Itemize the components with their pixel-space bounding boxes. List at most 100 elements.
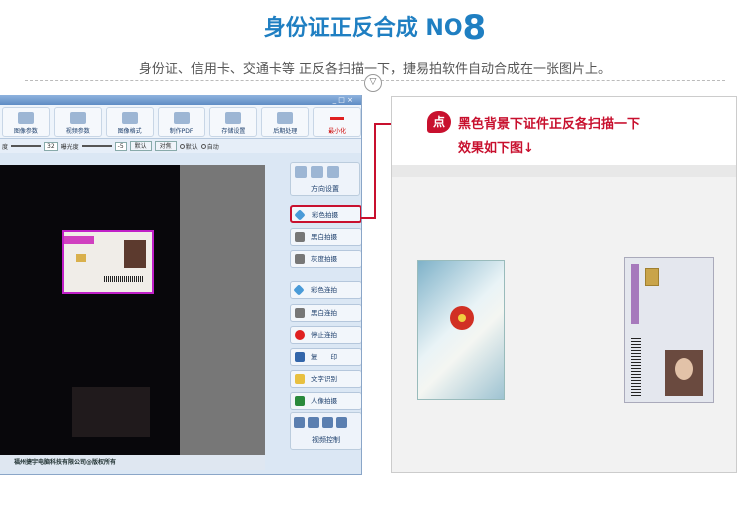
color-continuous-icon bbox=[293, 284, 305, 296]
pdf-icon bbox=[173, 112, 190, 124]
page-title: 身份证正反合成 NO8 bbox=[0, 8, 750, 48]
note-line-1: 黑色背景下证件正反各扫描一下 bbox=[458, 117, 641, 132]
portrait-shot-button[interactable]: 人像拍摄 bbox=[290, 392, 361, 410]
window-controls[interactable]: _ □ × bbox=[333, 95, 353, 105]
panel-divider-band bbox=[392, 165, 736, 177]
minimize-icon bbox=[330, 117, 345, 120]
toolbar-label: 后期处理 bbox=[273, 128, 298, 135]
color-diamond-icon bbox=[294, 209, 306, 221]
video-control-group: 视频控制 bbox=[290, 412, 361, 450]
button-label: 灰度拍摄 bbox=[311, 255, 337, 263]
toolbar-label: 制作PDF bbox=[169, 128, 194, 135]
toolbar-label: 视频参数 bbox=[65, 128, 90, 135]
bw-shot-button[interactable]: 黑白拍摄 bbox=[290, 228, 361, 246]
video-camera-icon[interactable] bbox=[294, 417, 305, 428]
copyright-bar: 福州捷宇电脑科技有限公司@版权所有 bbox=[0, 455, 265, 470]
merged-scan-result bbox=[392, 177, 736, 472]
video-control-label: 视频控制 bbox=[312, 436, 340, 444]
point-badge: 点 bbox=[427, 111, 451, 133]
focus-button[interactable]: 对焦 bbox=[154, 141, 177, 151]
national-emblem-icon bbox=[450, 306, 474, 330]
text-recognition-icon bbox=[295, 374, 305, 384]
window-titlebar: _ □ × bbox=[0, 95, 361, 105]
page-title-number: 8 bbox=[462, 8, 487, 48]
toolbar-storage-settings-button[interactable]: 存储设置 bbox=[209, 107, 258, 137]
exposure-slider[interactable] bbox=[81, 145, 112, 147]
toolbar-label: 图像格式 bbox=[117, 128, 142, 135]
chevron-down-icon: ▽ bbox=[364, 74, 382, 92]
button-label: 黑白连拍 bbox=[311, 309, 337, 317]
rotate-right-icon[interactable] bbox=[311, 166, 323, 178]
toolbar-label: 存储设置 bbox=[221, 128, 246, 135]
orientation-label: 方向设置 bbox=[311, 185, 339, 193]
button-label: 彩色连拍 bbox=[311, 286, 337, 294]
id-card-back-image bbox=[417, 260, 505, 400]
card-portrait bbox=[665, 350, 703, 396]
default-button[interactable]: 默认 bbox=[129, 141, 152, 151]
stop-icon bbox=[295, 330, 305, 340]
button-label: 彩色拍摄 bbox=[312, 211, 338, 219]
copy-icon bbox=[295, 352, 305, 362]
zoom-in-icon[interactable] bbox=[308, 417, 319, 428]
radio-default[interactable]: 默认 bbox=[179, 142, 198, 151]
card-barcode bbox=[104, 276, 144, 282]
bw-diamond-icon bbox=[295, 232, 305, 242]
storage-icon bbox=[225, 112, 242, 124]
exposure-label: 曝光度 bbox=[60, 143, 79, 151]
card-photo bbox=[124, 240, 146, 268]
toolbar-make-pdf-button[interactable]: 制作PDF bbox=[157, 107, 206, 137]
degree-label: 度 bbox=[2, 143, 9, 151]
callout-connector-vertical bbox=[374, 124, 376, 219]
toolbar-minimize-button[interactable]: 最小化 bbox=[313, 107, 361, 137]
side-panel: 方向设置 彩色拍摄 黑白拍摄 灰度拍摄 彩色连拍 黑白连拍 停止连拍 复 印 文… bbox=[285, 150, 361, 470]
radio-default-label: 默认 bbox=[185, 143, 198, 151]
page-title-text: 身份证正反合成 NO bbox=[263, 16, 463, 41]
gray-shot-button[interactable]: 灰度拍摄 bbox=[290, 250, 361, 268]
toolbar-post-process-button[interactable]: 后期处理 bbox=[261, 107, 310, 137]
exposure-value[interactable]: -5 bbox=[114, 141, 127, 151]
ocr-button[interactable]: 文字识别 bbox=[290, 370, 361, 388]
button-label: 文字识别 bbox=[311, 375, 337, 383]
button-label: 人像拍摄 bbox=[311, 397, 337, 405]
card-barcode bbox=[631, 336, 641, 396]
toolbar-video-params-button[interactable]: 视频参数 bbox=[53, 107, 102, 137]
card-logo-bar bbox=[64, 236, 94, 244]
copy-button[interactable]: 复 印 bbox=[290, 348, 361, 366]
person-icon bbox=[295, 396, 305, 406]
button-label: 复 印 bbox=[311, 353, 337, 361]
toolbar-image-params-button[interactable]: 图像参数 bbox=[2, 107, 50, 137]
result-panel: 点 黑色背景下证件正反各扫描一下 效果如下图↓ bbox=[391, 96, 737, 473]
card-chip bbox=[645, 268, 659, 286]
card-stripe bbox=[631, 264, 639, 324]
radio-icon bbox=[200, 143, 206, 149]
rotate-up-icon[interactable] bbox=[295, 166, 307, 178]
radio-auto-label: 自动 bbox=[206, 143, 219, 151]
image-params-icon bbox=[17, 112, 34, 124]
radio-auto[interactable]: 自动 bbox=[200, 142, 219, 151]
degree-value[interactable]: 32 bbox=[44, 141, 58, 151]
image-format-icon bbox=[121, 112, 138, 124]
bw-continuous-icon bbox=[295, 308, 305, 318]
button-label: 停止连拍 bbox=[311, 331, 337, 339]
detected-card-front bbox=[62, 230, 154, 294]
stop-continuous-button[interactable]: 停止连拍 bbox=[290, 326, 361, 344]
id-card-front-image bbox=[624, 257, 714, 403]
bw-continuous-button[interactable]: 黑白连拍 bbox=[290, 304, 361, 322]
color-continuous-button[interactable]: 彩色连拍 bbox=[290, 281, 361, 299]
gray-diamond-icon bbox=[295, 254, 305, 264]
main-toolbar: 图像参数 视频参数 图像格式 制作PDF 存储设置 后期处理 最小化 bbox=[0, 105, 361, 139]
zoom-out-icon[interactable] bbox=[322, 417, 333, 428]
toolbar-label: 最小化 bbox=[328, 128, 347, 135]
card-chip bbox=[76, 254, 86, 262]
orientation-settings: 方向设置 bbox=[290, 162, 360, 196]
zoom-reset-icon[interactable] bbox=[336, 417, 347, 428]
post-process-icon bbox=[277, 112, 294, 124]
color-shot-button[interactable]: 彩色拍摄 bbox=[290, 205, 361, 223]
degree-slider[interactable] bbox=[11, 145, 42, 147]
toolbar-image-format-button[interactable]: 图像格式 bbox=[105, 107, 154, 137]
card-back-shadow bbox=[72, 387, 150, 437]
software-window: _ □ × 图像参数 视频参数 图像格式 制作PDF 存储设置 后期处理 最小化… bbox=[0, 95, 362, 475]
camera-preview[interactable]: 福州捷宇电脑科技有限公司@版权所有 bbox=[0, 165, 265, 470]
radio-icon bbox=[179, 143, 185, 149]
rotate-left-icon[interactable] bbox=[327, 166, 339, 178]
